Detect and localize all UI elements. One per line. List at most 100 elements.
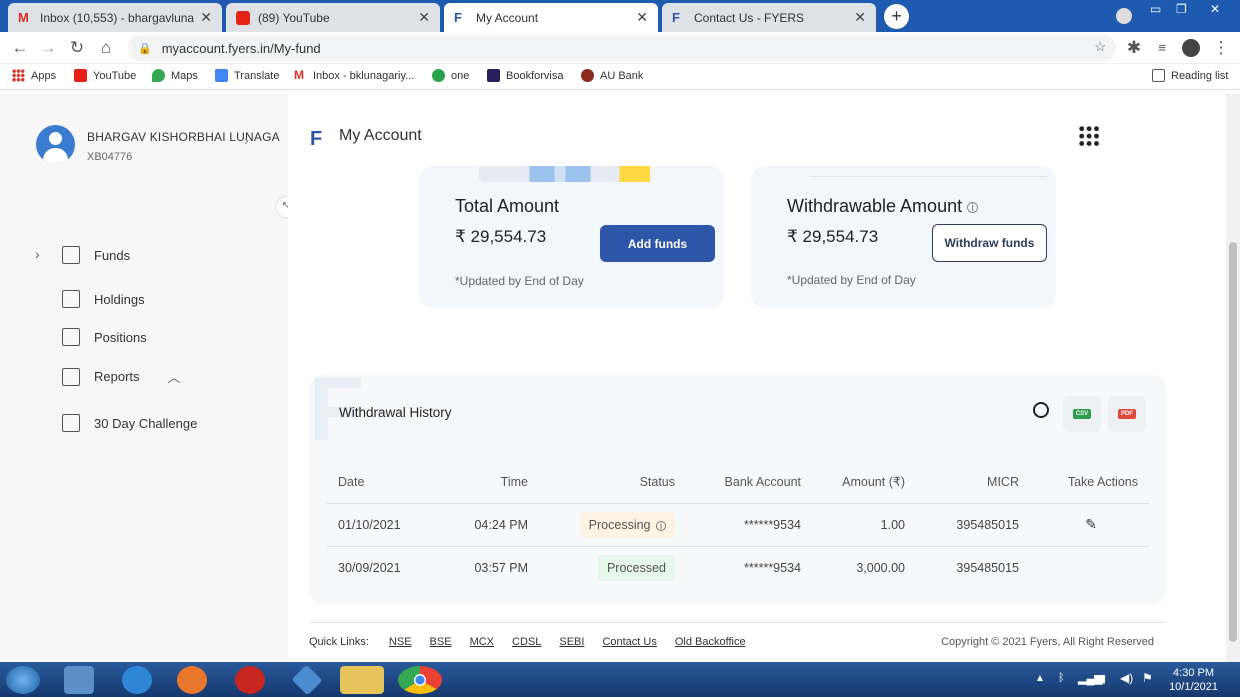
bookmark-one[interactable]: one (432, 69, 469, 82)
apps-grid-icon (12, 69, 25, 82)
taskbar-app-f[interactable] (235, 666, 265, 694)
withdrawable-updated-note: *Updated by End of Day (787, 273, 916, 287)
minimize-button[interactable]: ▭ (1150, 2, 1161, 16)
gmail-icon: M (294, 68, 304, 82)
footer-link-mcx[interactable]: MCX (470, 636, 494, 648)
chevron-right-icon[interactable]: › (35, 246, 40, 262)
action-center-icon[interactable]: ⚑ (1142, 671, 1153, 685)
sidebar-item-label: Holdings (94, 291, 145, 307)
system-clock[interactable]: 4:30 PM 10/1/2021 (1169, 666, 1218, 694)
reload-icon[interactable]: ↻ (67, 38, 87, 58)
footer-link-bse[interactable]: BSE (430, 636, 452, 648)
maximize-button[interactable]: ❐ (1176, 2, 1187, 16)
pdf-icon: PDF (1118, 409, 1136, 419)
back-icon[interactable]: ← (10, 38, 30, 58)
bookmark-bookforvisa[interactable]: Bookforvisa (487, 69, 563, 82)
withdraw-funds-button[interactable]: Withdraw funds (932, 224, 1047, 262)
sidebar-item-reports[interactable]: Reports ︿ (62, 367, 181, 386)
info-icon[interactable]: i (967, 201, 979, 213)
sidebar-item-label: Positions (94, 329, 147, 345)
tab-gmail[interactable]: M Inbox (10,553) - bhargavlunagariya ✕ (8, 3, 222, 32)
forward-icon[interactable]: → (38, 38, 58, 58)
info-icon[interactable]: i (656, 520, 666, 531)
download-csv-button[interactable]: CSV (1063, 396, 1101, 432)
chevron-up-icon[interactable]: ︿ (168, 367, 181, 386)
bookmark-inbox[interactable]: M Inbox - bklunagariy... (294, 69, 414, 82)
url-field[interactable]: 🔒 myaccount.fyers.in/My-fund ☆ (128, 35, 1116, 61)
network-icon[interactable]: ▂▄▆ (1078, 672, 1103, 685)
taskbar-app-media-player[interactable] (177, 666, 207, 694)
fyers-icon: F (672, 9, 680, 25)
reading-list-button[interactable]: Reading list (1152, 69, 1228, 82)
page-scrollbar[interactable] (1226, 94, 1240, 662)
search-icon[interactable] (1033, 402, 1049, 418)
cell-micr: 395485015 (956, 560, 1019, 575)
bookmark-maps[interactable]: Maps (152, 69, 198, 82)
battery-icon[interactable]: ▮ (1100, 672, 1106, 685)
taskbar-app-computer[interactable] (64, 666, 94, 694)
holdings-icon (62, 290, 80, 308)
sidebar-item-label: 30 Day Challenge (94, 415, 198, 431)
sidebar-item-positions[interactable]: Positions (62, 328, 147, 346)
edit-pencil-icon[interactable]: ✎ (1085, 516, 1097, 532)
footer-link-cdsl[interactable]: CDSL (512, 636, 541, 648)
close-icon[interactable]: ✕ (636, 9, 648, 26)
clock-date: 10/1/2021 (1169, 681, 1218, 693)
taskbar-app-internet-explorer[interactable] (122, 666, 152, 694)
tab-youtube[interactable]: (89) YouTube ✕ (226, 3, 440, 32)
profile-avatar-icon[interactable] (1182, 39, 1200, 57)
menu-dots-icon[interactable]: ⋮ (1211, 38, 1231, 58)
cell-amount: 1.00 (801, 503, 905, 547)
bookmark-label: AU Bank (600, 69, 644, 82)
new-tab-button[interactable]: + (884, 4, 909, 29)
cell-date: 30/09/2021 (338, 560, 401, 575)
volume-icon[interactable]: ◀) (1120, 671, 1133, 685)
taskbar-app-diamond[interactable] (291, 664, 323, 696)
download-pdf-button[interactable]: PDF (1108, 396, 1146, 432)
star-icon[interactable]: ☆ (1094, 39, 1106, 55)
withdrawal-history-panel: F Withdrawal History CSV PDF Date Time S… (309, 375, 1166, 605)
footer-link-contact-us[interactable]: Contact Us (602, 636, 656, 648)
footer-link-old-backoffice[interactable]: Old Backoffice (675, 636, 746, 648)
reading-list-icon (1152, 69, 1165, 82)
sidebar-item-label: Reports (94, 369, 140, 384)
close-icon[interactable]: ✕ (854, 9, 866, 26)
bookmark-label: Translate (234, 69, 280, 82)
profile-menu-icon[interactable] (1116, 8, 1132, 24)
youtube-icon (74, 69, 87, 82)
sidebar-item-30-day-challenge[interactable]: 30 Day Challenge (62, 414, 197, 432)
close-icon[interactable]: ✕ (200, 9, 212, 26)
tray-expand-icon[interactable]: ▲ (1035, 673, 1045, 684)
one-icon (432, 69, 445, 82)
tab-contact-us[interactable]: F Contact Us - FYERS ✕ (662, 3, 876, 32)
apps-grid-icon[interactable] (1078, 125, 1100, 147)
bookmark-au-bank[interactable]: AU Bank (581, 69, 643, 82)
taskbar-app-file-explorer[interactable] (340, 666, 384, 694)
home-icon[interactable]: ⌂ (96, 38, 116, 58)
scrollbar-thumb[interactable] (1229, 242, 1237, 642)
maps-icon (152, 69, 165, 82)
sidebar-item-holdings[interactable]: Holdings (62, 290, 145, 308)
chevron-right-icon[interactable]: › (244, 132, 249, 148)
start-button[interactable] (6, 666, 40, 694)
avatar[interactable] (36, 125, 75, 164)
sidebar-item-funds[interactable]: Funds (62, 246, 130, 264)
footer-link-sebi[interactable]: SEBI (559, 636, 584, 648)
bookmark-label: Bookforvisa (506, 69, 564, 82)
tab-title: Inbox (10,553) - bhargavlunagariya (40, 10, 195, 25)
extensions-icon[interactable]: ✱ (1124, 38, 1144, 58)
close-window-button[interactable]: ✕ (1210, 2, 1220, 16)
add-funds-button[interactable]: Add funds (600, 225, 715, 262)
cell-bank-account: ******9534 (744, 560, 801, 575)
bookmark-youtube[interactable]: YouTube (74, 69, 136, 82)
bookmark-translate[interactable]: Translate (215, 69, 279, 82)
bookmark-apps[interactable]: Apps (12, 69, 56, 82)
tab-my-account[interactable]: F My Account ✕ (444, 3, 658, 32)
close-icon[interactable]: ✕ (418, 9, 430, 26)
withdrawable-amount-value: ₹ 29,554.73 (787, 227, 879, 246)
media-icon[interactable]: ≡ (1152, 40, 1172, 55)
bluetooth-icon[interactable]: ᛒ (1058, 672, 1065, 684)
main-content: F My Account Total Amount ₹ 29,554.73 Ad… (288, 94, 1226, 662)
footer-link-nse[interactable]: NSE (389, 636, 412, 648)
taskbar-app-chrome[interactable] (398, 666, 442, 694)
